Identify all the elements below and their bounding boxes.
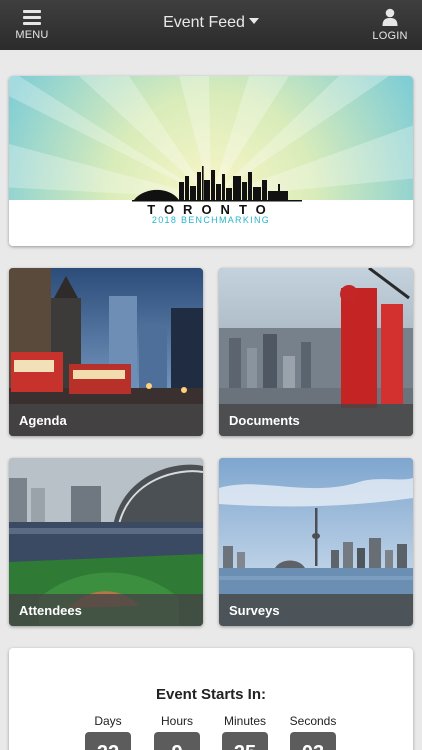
hamburger-icon [23,9,41,25]
tile-label: Agenda [9,404,203,436]
menu-label: MENU [15,28,49,41]
event-feed-dropdown[interactable]: Event Feed [120,14,302,32]
event-banner[interactable]: TORONTO 2018 BENCHMARKING [9,76,413,246]
countdown-seconds: Seconds 03 [283,714,343,750]
event-countdown-card: Event Starts In: Days 22 Hours 9 Minutes… [9,648,413,750]
countdown-value: 03 [290,732,336,750]
countdown-days: Days 22 [78,714,138,750]
caret-down-icon [248,18,259,24]
countdown-heading: Event Starts In: [155,686,267,703]
user-icon [382,8,398,26]
countdown-value: 22 [85,732,131,750]
page-title: Event Feed [163,14,245,31]
tile-agenda[interactable]: Agenda [9,268,203,436]
countdown-unit-label: Minutes [223,714,267,728]
countdown-hours: Hours 9 [147,714,207,750]
tile-label: Documents [219,404,413,436]
login-label: LOGIN [372,30,408,42]
menu-button[interactable]: MENU [0,0,64,50]
countdown-value: 25 [222,732,268,750]
login-button[interactable]: LOGIN [358,0,422,50]
tile-label: Surveys [219,594,413,626]
countdown-unit-label: Seconds [289,714,337,728]
countdown-minutes: Minutes 25 [215,714,275,750]
countdown-unit-label: Hours [160,714,193,728]
tile-label: Attendees [9,594,203,626]
countdown-value: 9 [154,732,200,750]
banner-subtitle: 2018 BENCHMARKING [151,215,271,225]
tile-documents[interactable]: Documents [219,268,413,436]
top-nav-bar: MENU Event Feed LOGIN [0,0,422,50]
tile-attendees[interactable]: Attendees [9,458,203,626]
tile-surveys[interactable]: Surveys [219,458,413,626]
countdown-unit-label: Days [94,714,122,728]
